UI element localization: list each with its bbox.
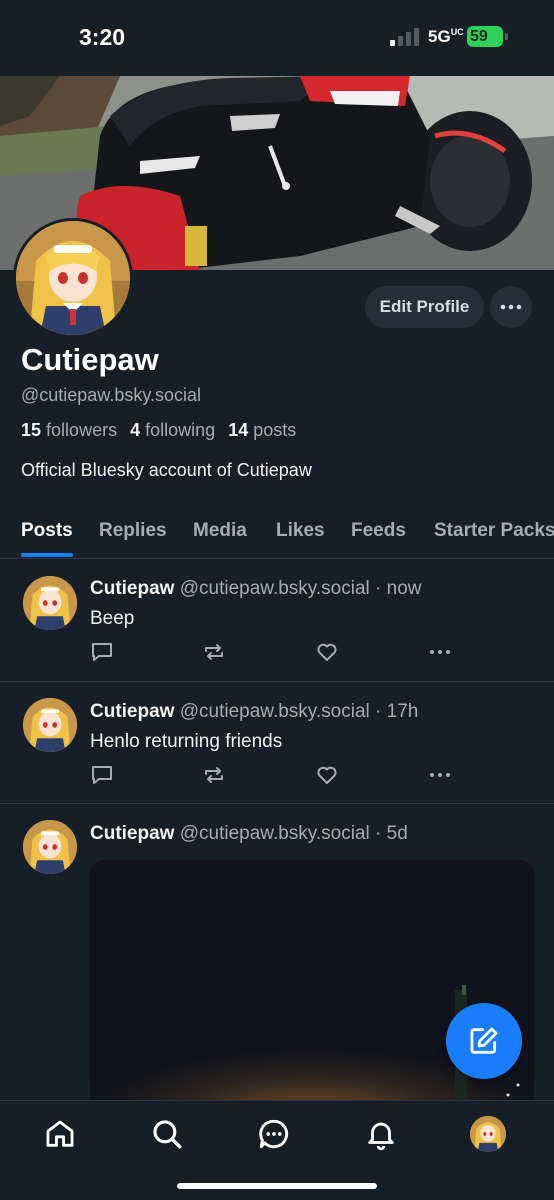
post-author-handle: @cutiepaw.bsky.social	[179, 823, 370, 844]
post-actions	[90, 763, 460, 787]
tab-replies[interactable]: Replies	[99, 520, 167, 542]
profile-handle: @cutiepaw.bsky.social	[21, 385, 202, 405]
like-icon[interactable]	[315, 640, 339, 664]
search-icon[interactable]	[150, 1117, 184, 1151]
battery-tip	[505, 33, 508, 40]
anime-avatar-image	[23, 820, 77, 874]
post-actions	[90, 640, 460, 664]
active-tab-indicator	[21, 553, 73, 557]
post-more-icon[interactable]	[428, 640, 452, 664]
post-author-avatar[interactable]	[23, 698, 77, 752]
post-item[interactable]: Cutiepaw @cutiepaw.bsky.social · now Bee…	[0, 560, 554, 682]
status-time: 3:20	[79, 24, 126, 50]
night-sky-photo	[90, 860, 534, 1120]
post-author-name[interactable]: Cutiepaw	[90, 823, 174, 844]
like-icon[interactable]	[315, 763, 339, 787]
post-author-handle: @cutiepaw.bsky.social	[179, 578, 370, 599]
anime-avatar-image	[470, 1116, 506, 1152]
home-icon[interactable]	[43, 1117, 77, 1151]
network-indicator: 5GUC	[428, 27, 464, 46]
post-header: Cutiepaw @cutiepaw.bsky.social · 5d	[90, 823, 408, 844]
post-text: Henlo returning friends	[90, 731, 283, 752]
posts-count: 14 posts	[228, 420, 297, 440]
profile-more-button[interactable]	[490, 286, 532, 328]
post-timestamp: now	[386, 578, 422, 599]
post-header: Cutiepaw @cutiepaw.bsky.social · 17h	[90, 701, 419, 722]
profile-stats: 15 followers 4 following 14 posts	[21, 420, 296, 441]
profile-avatar-nav[interactable]	[470, 1116, 506, 1152]
following-link[interactable]: 4 following	[130, 420, 215, 440]
profile-tabs: Posts Replies Media Likes Feeds Starter …	[0, 506, 554, 559]
profile-avatar[interactable]	[13, 218, 133, 338]
compose-pencil-icon	[470, 1027, 498, 1054]
post-more-icon[interactable]	[428, 763, 452, 787]
edit-profile-button[interactable]: Edit Profile	[365, 286, 484, 328]
tab-media[interactable]: Media	[193, 520, 247, 542]
followers-link[interactable]: 15 followers	[21, 420, 117, 440]
profile-bio: Official Bluesky account of Cutiepaw	[21, 460, 312, 480]
tab-likes[interactable]: Likes	[276, 520, 325, 542]
post-author-name[interactable]: Cutiepaw	[90, 701, 174, 722]
reply-icon[interactable]	[90, 640, 114, 664]
compose-post-button[interactable]	[446, 1003, 522, 1079]
anime-avatar-image	[23, 698, 77, 752]
chat-icon[interactable]	[257, 1117, 291, 1151]
home-indicator[interactable]	[177, 1183, 377, 1189]
battery-indicator: 59	[467, 26, 503, 47]
signal-icon	[390, 28, 419, 46]
repost-icon[interactable]	[202, 640, 226, 664]
post-author-handle: @cutiepaw.bsky.social	[179, 701, 370, 722]
post-header: Cutiepaw @cutiepaw.bsky.social · now	[90, 578, 422, 599]
post-text: Beep	[90, 608, 135, 629]
tab-feeds[interactable]: Feeds	[351, 520, 406, 542]
post-author-avatar[interactable]	[23, 820, 77, 874]
repost-icon[interactable]	[202, 763, 226, 787]
post-timestamp: 5d	[386, 823, 408, 844]
post-timestamp: 17h	[386, 701, 419, 722]
anime-avatar-image	[23, 576, 77, 630]
post-item[interactable]: Cutiepaw @cutiepaw.bsky.social · 17h Hen…	[0, 682, 554, 804]
status-bar: 3:20 5GUC 59	[0, 0, 554, 76]
post-image[interactable]	[90, 860, 534, 1120]
post-author-avatar[interactable]	[23, 576, 77, 630]
tab-starter-packs[interactable]: Starter Packs	[434, 520, 554, 542]
tab-posts[interactable]: Posts	[21, 520, 73, 542]
bell-icon[interactable]	[364, 1117, 398, 1151]
reply-icon[interactable]	[90, 763, 114, 787]
anime-avatar-image	[16, 221, 130, 335]
post-author-name[interactable]: Cutiepaw	[90, 578, 174, 599]
ellipsis-icon	[500, 304, 522, 310]
profile-name: Cutiepaw	[21, 342, 159, 377]
